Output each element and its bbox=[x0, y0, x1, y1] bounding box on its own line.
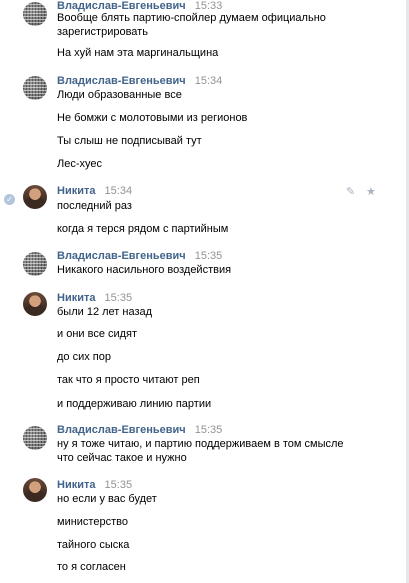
author-name[interactable]: Никита bbox=[57, 292, 95, 304]
message-text: Вообще блять партию-спойлер думаем офици… bbox=[57, 12, 326, 24]
message-text: до сих пор bbox=[57, 351, 111, 363]
message-text: были 12 лет назад bbox=[57, 306, 153, 318]
message-text: Люди образованные все bbox=[57, 89, 182, 101]
message-text: и поддерживаю линию партии bbox=[57, 398, 212, 410]
message-time[interactable]: 15:35 bbox=[195, 250, 223, 262]
message-text: так что я просто читают реп bbox=[57, 374, 200, 386]
avatar[interactable] bbox=[23, 76, 47, 100]
message-time[interactable]: 15:35 bbox=[105, 292, 133, 304]
pencil-icon[interactable]: ✎ bbox=[346, 185, 355, 198]
message-text: зарегистрировать bbox=[57, 26, 148, 38]
avatar[interactable] bbox=[23, 252, 47, 276]
star-icon[interactable]: ★ bbox=[366, 185, 376, 198]
message-text: тайного сыска bbox=[57, 539, 130, 551]
message-time[interactable]: 15:34 bbox=[105, 185, 133, 197]
message-time[interactable]: 15:34 bbox=[195, 75, 223, 87]
author-name[interactable]: Владислав-Евгеньевич bbox=[57, 75, 186, 87]
checkmark-icon[interactable]: ✓ bbox=[4, 194, 15, 205]
avatar[interactable] bbox=[23, 478, 47, 502]
avatar[interactable] bbox=[23, 185, 47, 209]
avatar[interactable] bbox=[23, 2, 47, 26]
message-text: то я согласен bbox=[57, 561, 126, 573]
message-text: но если у вас будет bbox=[57, 493, 157, 505]
message-text: Лес-хуес bbox=[57, 158, 102, 170]
author-name[interactable]: Владислав-Евгеньевич bbox=[57, 424, 186, 436]
message-text: министерство bbox=[57, 516, 128, 528]
message-text: Не бомжи с молотовыми из регионов bbox=[57, 112, 248, 124]
message-time[interactable]: 15:35 bbox=[195, 424, 223, 436]
message-text: и они все сидят bbox=[57, 328, 138, 340]
message-time[interactable]: 15:35 bbox=[105, 479, 133, 491]
avatar[interactable] bbox=[23, 426, 47, 450]
author-name[interactable]: Никита bbox=[57, 185, 95, 197]
author-name[interactable]: Никита bbox=[57, 479, 95, 491]
avatar[interactable] bbox=[23, 292, 47, 316]
message-text: когда я терся рядом с партийным bbox=[57, 223, 229, 235]
author-name[interactable]: Владислав-Евгеньевич bbox=[57, 250, 186, 262]
message-text: ну я тоже читаю, и партию поддерживаем в… bbox=[57, 438, 344, 450]
message-text: последний раз bbox=[57, 200, 132, 212]
message-text: Ты слыш не подписывай тут bbox=[57, 135, 202, 147]
message-text: что сейчас такое и нужно bbox=[57, 452, 187, 464]
message-text: На хуй нам эта маргинальщина bbox=[57, 47, 219, 59]
message-text: Никакого насильного воздействия bbox=[57, 264, 232, 276]
